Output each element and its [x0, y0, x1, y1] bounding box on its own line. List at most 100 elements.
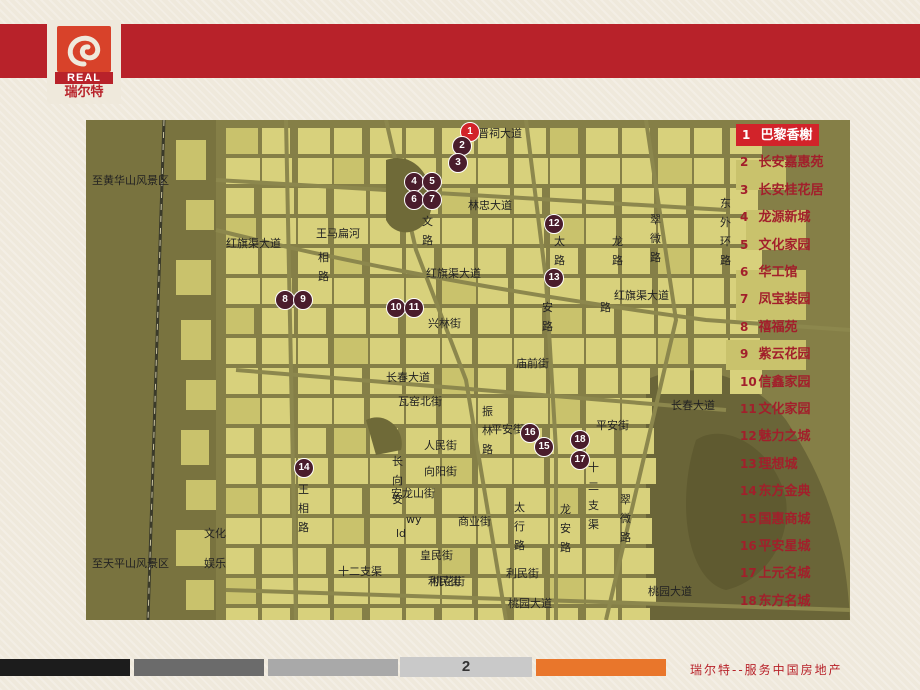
- city-block: [622, 548, 654, 574]
- legend-label: 文化家园: [754, 237, 811, 253]
- road-label: 桃园大道: [648, 585, 692, 598]
- city-block: [406, 128, 434, 154]
- legend-item-9[interactable]: 9 紫云花园: [740, 343, 811, 365]
- legend-item-13[interactable]: 13 理想城: [740, 453, 798, 475]
- legend-item-17[interactable]: 17 上元名城: [740, 562, 811, 584]
- footer-bar-black: [0, 659, 130, 676]
- city-block: [298, 308, 326, 334]
- project-marker-6[interactable]: 6: [404, 190, 424, 210]
- fringe-block: [176, 140, 206, 180]
- legend-number: 13: [740, 456, 757, 471]
- city-block: [262, 428, 294, 454]
- map-canvas: [86, 120, 850, 620]
- road-label-vertical: 长向安: [392, 455, 403, 506]
- city-block: [658, 158, 692, 184]
- city-block: [226, 458, 256, 484]
- project-marker-18[interactable]: 18: [570, 430, 590, 450]
- company-slogan: 瑞尔特--服务中国房地产: [690, 663, 843, 677]
- city-block: [514, 398, 548, 424]
- fringe-block: [176, 260, 211, 295]
- road-label: 利民街: [506, 567, 539, 580]
- legend-number: 16: [740, 539, 757, 553]
- project-marker-8[interactable]: 8: [275, 290, 295, 310]
- city-block: [694, 158, 724, 184]
- city-block: [622, 338, 656, 364]
- city-block: [298, 368, 330, 394]
- legend-label: 理想城: [754, 456, 798, 472]
- city-block: [262, 608, 290, 620]
- project-marker-3[interactable]: 3: [448, 153, 468, 173]
- project-marker-13[interactable]: 13: [544, 268, 564, 288]
- legend-item-12[interactable]: 12 魅力之城: [740, 425, 811, 447]
- city-block: [478, 608, 506, 620]
- legend-item-18[interactable]: 18 东方名城: [740, 590, 811, 612]
- city-block: [478, 488, 506, 514]
- legend-number: 9: [740, 347, 749, 362]
- road-label: 人民街: [424, 439, 457, 452]
- legend-item-6[interactable]: 6 华工馆: [740, 261, 798, 283]
- project-marker-14[interactable]: 14: [294, 458, 314, 478]
- legend-label: 长安桂花居: [754, 182, 824, 198]
- city-block: [334, 278, 364, 304]
- legend-item-11[interactable]: 11 文化家园: [740, 398, 811, 420]
- city-block: [262, 488, 290, 514]
- fringe-block: [181, 430, 209, 465]
- project-marker-5[interactable]: 5: [422, 172, 442, 192]
- city-block: [226, 518, 260, 544]
- road-label-vertical: 太路: [554, 235, 565, 267]
- legend-item-2[interactable]: 2 长安嘉惠苑: [740, 151, 824, 173]
- legend-label: 国惠商城: [754, 511, 811, 527]
- city-block: [226, 248, 258, 274]
- region-label: 至黄华山风景区: [92, 174, 169, 187]
- project-marker-12[interactable]: 12: [544, 214, 564, 234]
- project-marker-9[interactable]: 9: [293, 290, 313, 310]
- city-block: [622, 368, 650, 394]
- project-marker-11[interactable]: 11: [404, 298, 424, 318]
- road-label: 红旗渠大道: [226, 237, 281, 250]
- city-block: [478, 248, 506, 274]
- legend-label: 凤宝装园: [754, 292, 811, 308]
- city-block: [262, 548, 294, 574]
- city-block: [334, 428, 366, 454]
- legend-item-7[interactable]: 7 凤宝装园: [740, 288, 811, 310]
- road-label: 王马扁河: [316, 227, 360, 240]
- project-marker-16[interactable]: 16: [520, 423, 540, 443]
- legend-item-3[interactable]: 3 长安桂花居: [740, 179, 824, 201]
- legend-item-10[interactable]: 10 信鑫家园: [740, 371, 811, 393]
- city-block: [226, 308, 254, 334]
- legend-item-15[interactable]: 15 国惠商城: [740, 508, 811, 530]
- road-label: 平安街: [596, 419, 629, 432]
- road-label: 兴林街: [428, 317, 461, 330]
- city-block: [226, 278, 260, 304]
- legend-item-8[interactable]: 8 禧福苑: [740, 316, 798, 338]
- legend-label: 华工馆: [754, 265, 798, 280]
- fringe-block: [186, 200, 214, 230]
- city-block: [298, 128, 330, 154]
- city-block: [514, 458, 544, 484]
- legend-item-5[interactable]: 5 文化家园: [740, 234, 811, 256]
- city-block: [370, 578, 400, 604]
- map-panel[interactable]: 至黄华山风景区 至天平山风景区 晋祠大道 林忠大道 王马扁河 红旗渠大道 红旗渠大道 红旗渠大…: [86, 120, 850, 620]
- legend-label: 东方名城: [754, 593, 811, 609]
- road-label-vertical: 安路: [542, 301, 553, 333]
- city-block: [226, 398, 260, 424]
- legend-number: 8: [740, 319, 749, 334]
- road-label: 桃花街: [432, 575, 465, 588]
- legend-number: 15: [740, 511, 757, 526]
- legend-item-4[interactable]: 4 龙源新城: [740, 206, 811, 228]
- legend-label: 文化家园: [754, 402, 811, 417]
- road-label: 瓦窑北街: [398, 395, 442, 408]
- project-marker-10[interactable]: 10: [386, 298, 406, 318]
- road-label: 长春大道: [386, 371, 430, 384]
- legend-item-16[interactable]: 16 平安星城: [740, 535, 811, 557]
- city-block: [514, 368, 546, 394]
- legend-item-14[interactable]: 14 东方金典: [740, 480, 811, 502]
- project-marker-4[interactable]: 4: [404, 172, 424, 192]
- city-block: [694, 128, 722, 154]
- city-block: [622, 608, 650, 620]
- project-marker-17[interactable]: 17: [570, 450, 590, 470]
- project-marker-7[interactable]: 7: [422, 190, 442, 210]
- road-label: 向阳街: [424, 465, 457, 478]
- city-block: [226, 548, 254, 574]
- legend-item-1[interactable]: 1 巴黎香榭: [736, 124, 819, 146]
